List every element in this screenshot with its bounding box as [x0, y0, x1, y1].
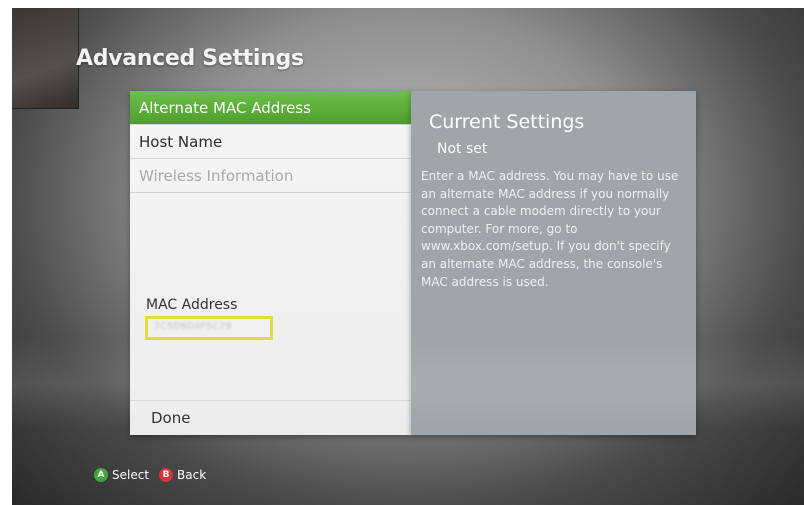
mac-address-field[interactable]: 7C5D8D4F5C79 — [145, 316, 273, 340]
help-description: Enter a MAC address. You may have to use… — [421, 169, 679, 289]
current-settings-heading: Current Settings — [429, 111, 585, 133]
current-settings-value: Not set — [437, 141, 488, 157]
settings-menu: Alternate MAC Address Host Name Wireless… — [130, 91, 411, 435]
menu-item-label: Alternate MAC Address — [139, 99, 311, 117]
menu-item-wireless-information: Wireless Information — [130, 159, 411, 193]
back-hint[interactable]: Back — [177, 468, 206, 482]
controller-hints: A Select B Back — [94, 466, 206, 484]
menu-item-alternate-mac-address[interactable]: Alternate MAC Address — [130, 91, 411, 125]
menu-item-label: Host Name — [139, 133, 223, 151]
menu-item-host-name[interactable]: Host Name — [130, 125, 411, 159]
b-button-icon: B — [159, 468, 174, 482]
menu-item-label: Wireless Information — [139, 167, 294, 185]
corner-photo-overlay — [12, 8, 79, 109]
a-button-icon: A — [94, 468, 108, 482]
done-button[interactable]: Done — [130, 400, 411, 435]
tv-screen: Advanced Settings Alternate MAC Address … — [12, 8, 804, 505]
page-title: Advanced Settings — [76, 46, 304, 71]
current-settings-panel: Current Settings Not set Enter a MAC add… — [411, 91, 696, 435]
done-label: Done — [151, 409, 191, 427]
mac-address-value: 7C5D8D4F5C79 — [154, 322, 232, 332]
mac-address-label: MAC Address — [146, 297, 238, 313]
select-hint[interactable]: Select — [112, 468, 149, 482]
